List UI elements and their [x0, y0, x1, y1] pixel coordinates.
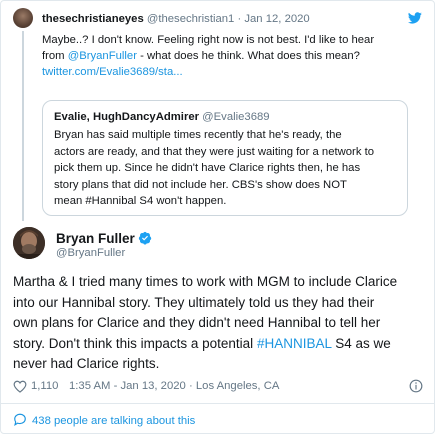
tweet-embed-card: thesechristianeyes @thesechristian1 · Ja… — [0, 0, 435, 434]
quoted-display-name: Evalie, HughDancyAdmirer — [54, 111, 200, 123]
like-count[interactable]: 1,110 — [31, 380, 58, 392]
location-link[interactable]: Los Angeles, CA — [196, 380, 280, 392]
hashtag-link[interactable]: #HANNIBAL — [257, 336, 332, 351]
main-text-line: into our Hannibal story. They ultimately… — [13, 294, 375, 310]
main-text-line: never had Clarice rights. — [13, 356, 160, 371]
timestamp-location: 1:35 AM - Jan 13, 2020 · Los Angeles, CA — [69, 380, 279, 392]
main-avatar[interactable] — [13, 227, 45, 259]
meta-separator: · — [185, 380, 196, 392]
main-tweet-text: Martha & I tried many times to work with… — [13, 272, 423, 375]
parent-text-line: Maybe..? I don't know. Feeling right now… — [42, 34, 375, 46]
quoted-tweet-text: Bryan has said multiple times recently t… — [54, 127, 399, 210]
timestamp-link[interactable]: 1:35 AM - Jan 13, 2020 — [69, 380, 186, 392]
thread-line — [22, 31, 24, 221]
main-text-line: story. Don't think this impacts a potent… — [13, 334, 423, 355]
parent-tweet-text: Maybe..? I don't know. Feeling right now… — [42, 32, 402, 80]
parent-separator: · — [237, 13, 242, 25]
quoted-text-line: mean #Hannibal S4 won't happen. — [54, 195, 227, 207]
main-display-name[interactable]: Bryan Fuller — [56, 231, 135, 246]
quoted-handle: @Evalie3689 — [202, 111, 270, 123]
main-handle[interactable]: @BryanFuller — [56, 247, 125, 259]
conversation-count-text[interactable]: 438 people are talking about this — [32, 415, 195, 427]
tweet-meta-row: 1,110 1:35 AM - Jan 13, 2020 · Los Angel… — [13, 379, 423, 395]
quoted-tweet-header: Evalie, HughDancyAdmirer @Evalie3689 — [54, 111, 270, 123]
quoted-text-line: pick them up. Since he didn't have Clari… — [54, 162, 361, 174]
conversation-link[interactable]: 438 people are talking about this — [13, 413, 195, 427]
main-text-line: Martha & I tried many times to work with… — [13, 274, 398, 289]
parent-avatar[interactable] — [13, 8, 33, 28]
footer-divider — [1, 403, 434, 404]
quoted-text-line: story plans that did not include her. CB… — [54, 178, 347, 191]
parent-text-prefix: from — [42, 50, 68, 62]
mention-link[interactable]: @BryanFuller — [68, 50, 137, 62]
twitter-bird-icon[interactable] — [408, 12, 422, 24]
main-display-name-row[interactable]: Bryan Fuller — [56, 231, 152, 246]
parent-tweet-header: thesechristianeyes @thesechristian1 · Ja… — [42, 13, 310, 25]
parent-date[interactable]: Jan 12, 2020 — [244, 13, 309, 25]
quoted-text-line: Bryan has said multiple times recently t… — [54, 129, 342, 141]
main-text-segment: story. Don't think this impacts a potent… — [13, 335, 257, 351]
quoted-text-line: actors are ready, and that they were jus… — [54, 145, 375, 158]
parent-text-suffix: - what does he think. What does this mea… — [136, 50, 360, 62]
avatar-portrait-icon — [13, 227, 45, 259]
main-text-segment: S4 as we — [331, 335, 391, 351]
quoted-tweet[interactable]: Evalie, HughDancyAdmirer @Evalie3689 Bry… — [42, 100, 408, 216]
speech-bubble-icon — [14, 413, 26, 426]
verified-badge-icon — [138, 231, 152, 245]
parent-handle[interactable]: @thesechristian1 — [147, 13, 234, 25]
main-text-line: own plans for Clarice and they didn't ne… — [13, 315, 381, 330]
parent-url-link[interactable]: twitter.com/Evalie3689/sta... — [42, 64, 402, 80]
info-icon[interactable] — [409, 379, 423, 393]
parent-display-name[interactable]: thesechristianeyes — [42, 13, 144, 25]
heart-icon[interactable] — [13, 380, 27, 393]
parent-text-line: from @BryanFuller - what does he think. … — [42, 48, 402, 64]
